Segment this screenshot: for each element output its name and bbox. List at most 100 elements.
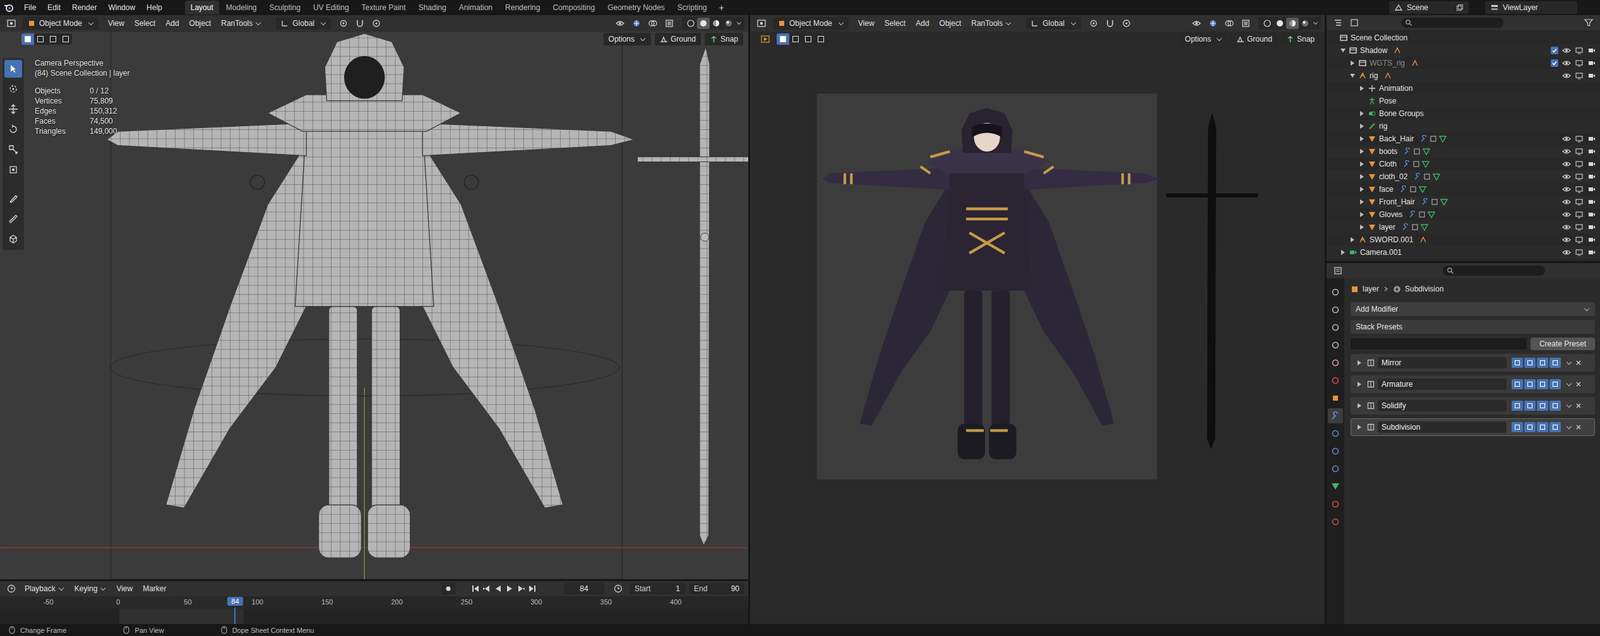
playback-control-icon[interactable]	[515, 584, 526, 594]
header-menu[interactable]: Object	[935, 17, 967, 30]
shading-button[interactable]	[709, 17, 723, 30]
add-modifier-button[interactable]: Add Modifier	[1350, 302, 1595, 317]
ground-button[interactable]: Ground	[654, 32, 701, 46]
properties-search[interactable]	[1442, 265, 1546, 276]
pivot-icon[interactable]	[1088, 18, 1099, 29]
view-layer-selector[interactable]: ViewLayer	[1485, 1, 1578, 14]
header-menu[interactable]: RanTools	[966, 17, 1016, 30]
pivot-icon[interactable]	[338, 18, 349, 29]
tool-button[interactable]	[4, 80, 23, 98]
outliner-item[interactable]: rig	[1326, 119, 1600, 133]
menu-item[interactable]: Help	[141, 1, 168, 14]
expand-toggle[interactable]	[1349, 60, 1356, 66]
playback-control-icon[interactable]	[481, 584, 492, 594]
timeline-menu[interactable]: View	[111, 582, 138, 596]
modifier-name-field[interactable]: Solidify	[1377, 400, 1507, 412]
workspace-tab[interactable]: UV Editing	[307, 0, 355, 15]
modifier-name-field[interactable]: Mirror	[1377, 357, 1507, 369]
outliner-item[interactable]: cloth_02	[1326, 170, 1600, 184]
remove-modifier-icon[interactable]	[1574, 423, 1583, 432]
overlays-icon[interactable]	[1224, 18, 1235, 29]
modifier-menu-icon[interactable]	[1566, 402, 1572, 408]
outliner-item[interactable]: face	[1326, 183, 1600, 196]
outliner-item[interactable]: Gloves	[1326, 208, 1600, 221]
sword-render[interactable]	[1166, 113, 1258, 449]
properties-tab[interactable]	[1327, 355, 1344, 371]
exclude-checkbox[interactable]	[1550, 46, 1559, 55]
eye-icon[interactable]	[1562, 172, 1571, 182]
render-camera-icon[interactable]	[1587, 159, 1597, 169]
modifier-toggle[interactable]	[1524, 400, 1536, 412]
properties-tab[interactable]	[1327, 390, 1344, 406]
playback-control-icon[interactable]	[504, 584, 515, 594]
modifier-toggle[interactable]	[1549, 400, 1561, 412]
modifier-row[interactable]: Armature	[1350, 375, 1595, 394]
remove-modifier-icon[interactable]	[1574, 359, 1583, 367]
expand-toggle[interactable]	[1358, 174, 1366, 180]
expand-toggle[interactable]	[1339, 250, 1347, 256]
modifier-row[interactable]: Solidify	[1350, 397, 1595, 415]
expand-toggle[interactable]	[1358, 186, 1366, 192]
expand-toggle[interactable]	[1349, 73, 1356, 79]
header-menu[interactable]: Select	[880, 17, 910, 30]
tool-button[interactable]	[4, 230, 23, 249]
render-camera-icon[interactable]	[1587, 185, 1597, 194]
modifier-toggle[interactable]	[1511, 358, 1523, 369]
properties-tab[interactable]	[1327, 373, 1344, 389]
timeline-menu[interactable]: Marker	[138, 582, 171, 596]
render-camera-icon[interactable]	[1587, 210, 1597, 220]
properties-tab[interactable]	[1327, 461, 1344, 477]
shading-button[interactable]	[1298, 17, 1312, 30]
outliner-item[interactable]: Cloth	[1326, 157, 1600, 171]
properties-tab[interactable]	[1327, 408, 1344, 424]
render-camera-icon[interactable]	[1587, 58, 1597, 68]
outliner-item[interactable]: Bone Groups	[1326, 107, 1600, 120]
menu-item[interactable]: File	[18, 1, 42, 14]
exclude-checkbox[interactable]	[1550, 59, 1559, 67]
workspace-tab[interactable]: Texture Paint	[356, 0, 412, 15]
properties-tab[interactable]	[1327, 496, 1344, 513]
modifier-menu-icon[interactable]	[1566, 380, 1572, 386]
select-mode-button[interactable]	[789, 33, 802, 45]
start-frame-field[interactable]: Start1	[629, 583, 686, 595]
shading-button[interactable]	[684, 17, 698, 30]
modifier-toggle[interactable]	[1549, 422, 1561, 433]
workspace-tab[interactable]: Modeling	[220, 0, 263, 15]
header-menu[interactable]: Add	[911, 17, 934, 30]
expand-toggle[interactable]	[1358, 199, 1366, 205]
monitor-icon[interactable]	[1574, 185, 1584, 194]
snap-button[interactable]: Snap	[1281, 32, 1320, 46]
eye-icon[interactable]	[1562, 134, 1571, 144]
render-camera-icon[interactable]	[1587, 134, 1597, 144]
current-frame-field[interactable]: 84	[563, 583, 605, 595]
tool-button[interactable]	[4, 100, 23, 119]
outliner-item[interactable]: WGTS_rig	[1326, 56, 1600, 70]
workspace-tab[interactable]: Sculpting	[263, 0, 307, 15]
tool-button[interactable]	[4, 190, 23, 208]
modifier-toggle[interactable]	[1536, 358, 1549, 369]
eye-icon[interactable]	[1562, 185, 1571, 194]
expand-toggle[interactable]	[1358, 212, 1366, 218]
expand-toggle[interactable]	[1358, 161, 1366, 167]
render-camera-icon[interactable]	[1587, 222, 1597, 232]
select-mode-button[interactable]	[21, 33, 35, 45]
ground-button[interactable]: Ground	[1231, 32, 1278, 46]
modifier-toggle[interactable]	[1511, 422, 1523, 433]
mode-dropdown[interactable]: Object Mode	[22, 17, 99, 30]
preset-name-field[interactable]	[1350, 338, 1527, 350]
modifier-name-field[interactable]: Subdivision	[1377, 421, 1507, 434]
expand-toggle[interactable]	[1358, 224, 1366, 230]
timeline-menu[interactable]: Keying	[70, 582, 112, 596]
eye-icon[interactable]	[1562, 222, 1571, 232]
monitor-icon[interactable]	[1574, 248, 1584, 257]
header-menu[interactable]: Select	[130, 17, 160, 30]
workspace-tab[interactable]: Geometry Nodes	[601, 0, 671, 15]
properties-tab[interactable]	[1327, 514, 1344, 530]
workspace-tab[interactable]: Rendering	[499, 0, 546, 15]
modifier-toggle[interactable]	[1536, 422, 1549, 433]
playback-control-icon[interactable]	[470, 584, 481, 594]
properties-tab[interactable]	[1327, 443, 1344, 460]
outliner-item[interactable]: Pose	[1326, 94, 1600, 108]
monitor-icon[interactable]	[1574, 159, 1584, 169]
eye-icon[interactable]	[1562, 46, 1571, 55]
